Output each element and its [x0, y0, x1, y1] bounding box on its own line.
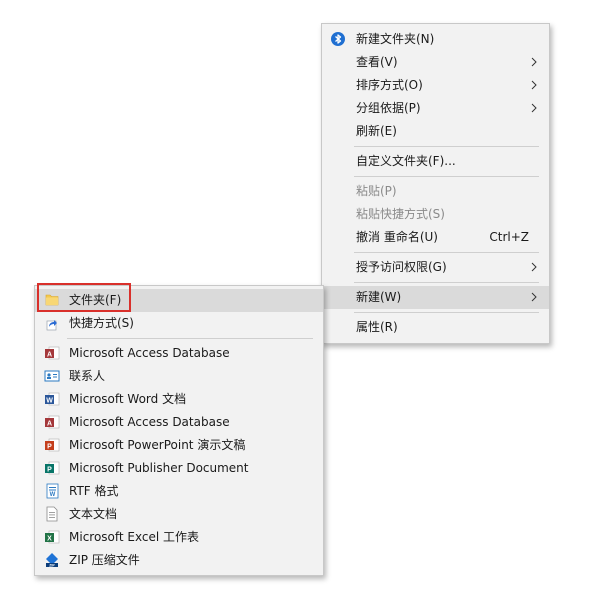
menu-item-label: ZIP 压缩文件: [69, 553, 140, 567]
menu-item-label: 查看(V): [356, 55, 398, 69]
menu-item-give-access[interactable]: 授予访问权限(G): [322, 256, 549, 279]
svg-text:ZIP: ZIP: [49, 563, 55, 567]
wordpad-icon: W: [44, 483, 60, 499]
svg-text:P: P: [47, 443, 52, 450]
menu-separator: [354, 282, 539, 283]
menu-item-label: RTF 格式: [69, 484, 119, 498]
svg-text:X: X: [47, 535, 52, 542]
desktop-context-menu: 新建文件夹(N) 查看(V) 排序方式(O) 分组依据(P) 刷新(E) 自定义…: [321, 23, 550, 344]
svg-text:W: W: [46, 397, 53, 404]
menu-item-label: 新建(W): [356, 290, 402, 304]
menu-item-label: Microsoft Publisher Document: [69, 461, 249, 475]
menu-item-customize-folder[interactable]: 自定义文件夹(F)...: [322, 150, 549, 173]
menu-item-label: 撤消 重命名(U): [356, 230, 438, 244]
publisher-icon: P: [44, 460, 60, 476]
submenu-item-folder[interactable]: 文件夹(F): [35, 289, 323, 312]
bluetooth-icon: [330, 31, 346, 47]
new-submenu: 文件夹(F) 快捷方式(S) A Microsoft Access Databa…: [34, 285, 324, 576]
svg-text:W: W: [50, 492, 56, 498]
chevron-right-icon: [531, 292, 537, 302]
submenu-item-contact[interactable]: 联系人: [35, 365, 323, 388]
menu-item-label: 属性(R): [356, 320, 398, 334]
svg-text:A: A: [47, 420, 52, 427]
menu-item-group-by[interactable]: 分组依据(P): [322, 97, 549, 120]
menu-item-label: 授予访问权限(G): [356, 260, 447, 274]
menu-item-label: 联系人: [69, 369, 106, 383]
menu-separator: [354, 176, 539, 177]
menu-item-label: Microsoft PowerPoint 演示文稿: [69, 438, 246, 452]
submenu-item-powerpoint[interactable]: P Microsoft PowerPoint 演示文稿: [35, 434, 323, 457]
menu-item-paste: 粘贴(P): [322, 180, 549, 203]
menu-separator: [354, 252, 539, 253]
menu-item-sort-by[interactable]: 排序方式(O): [322, 74, 549, 97]
menu-item-properties[interactable]: 属性(R): [322, 316, 549, 339]
chevron-right-icon: [531, 103, 537, 113]
menu-item-label: 分组依据(P): [356, 101, 421, 115]
menu-item-new[interactable]: 新建(W): [322, 286, 549, 309]
menu-item-label: 粘贴(P): [356, 184, 397, 198]
menu-item-label: 排序方式(O): [356, 78, 423, 92]
folder-icon: [44, 292, 60, 308]
contact-card-icon: [44, 368, 60, 384]
access-icon: A: [44, 414, 60, 430]
svg-text:P: P: [47, 466, 52, 473]
excel-icon: X: [44, 529, 60, 545]
submenu-item-shortcut[interactable]: 快捷方式(S): [35, 312, 323, 335]
text-document-icon: [44, 506, 60, 522]
menu-item-new-folder[interactable]: 新建文件夹(N): [322, 28, 549, 51]
menu-item-label: 新建文件夹(N): [356, 32, 435, 46]
chevron-right-icon: [531, 80, 537, 90]
svg-text:A: A: [47, 351, 52, 358]
submenu-item-access-database[interactable]: A Microsoft Access Database: [35, 342, 323, 365]
submenu-item-text-document[interactable]: 文本文档: [35, 503, 323, 526]
submenu-item-access-database-2[interactable]: A Microsoft Access Database: [35, 411, 323, 434]
menu-separator: [354, 312, 539, 313]
chevron-right-icon: [531, 262, 537, 272]
submenu-item-publisher[interactable]: P Microsoft Publisher Document: [35, 457, 323, 480]
zip-icon: ZIP: [44, 552, 60, 568]
menu-item-label: Microsoft Access Database: [69, 346, 230, 360]
chevron-right-icon: [531, 57, 537, 67]
menu-item-refresh[interactable]: 刷新(E): [322, 120, 549, 143]
word-icon: W: [44, 391, 60, 407]
menu-item-label: 文本文档: [69, 507, 118, 521]
submenu-item-word-document[interactable]: W Microsoft Word 文档: [35, 388, 323, 411]
shortcut-icon: [44, 315, 60, 331]
menu-item-label: Microsoft Excel 工作表: [69, 530, 200, 544]
menu-item-label: Microsoft Access Database: [69, 415, 230, 429]
menu-separator: [67, 338, 313, 339]
menu-item-label: 自定义文件夹(F)...: [356, 154, 456, 168]
access-icon: A: [44, 345, 60, 361]
menu-item-label: 粘贴快捷方式(S): [356, 207, 445, 221]
menu-item-label: Microsoft Word 文档: [69, 392, 187, 406]
menu-item-label: 快捷方式(S): [69, 316, 134, 330]
submenu-item-rtf[interactable]: W RTF 格式: [35, 480, 323, 503]
menu-item-label: 刷新(E): [356, 124, 397, 138]
menu-item-label: 文件夹(F): [69, 293, 122, 307]
powerpoint-icon: P: [44, 437, 60, 453]
menu-separator: [354, 146, 539, 147]
shortcut-text: Ctrl+Z: [489, 230, 529, 244]
submenu-item-zip[interactable]: ZIP ZIP 压缩文件: [35, 549, 323, 572]
submenu-item-excel[interactable]: X Microsoft Excel 工作表: [35, 526, 323, 549]
menu-item-view[interactable]: 查看(V): [322, 51, 549, 74]
menu-item-paste-shortcut: 粘贴快捷方式(S): [322, 203, 549, 226]
menu-item-undo-rename[interactable]: 撤消 重命名(U) Ctrl+Z: [322, 226, 549, 249]
